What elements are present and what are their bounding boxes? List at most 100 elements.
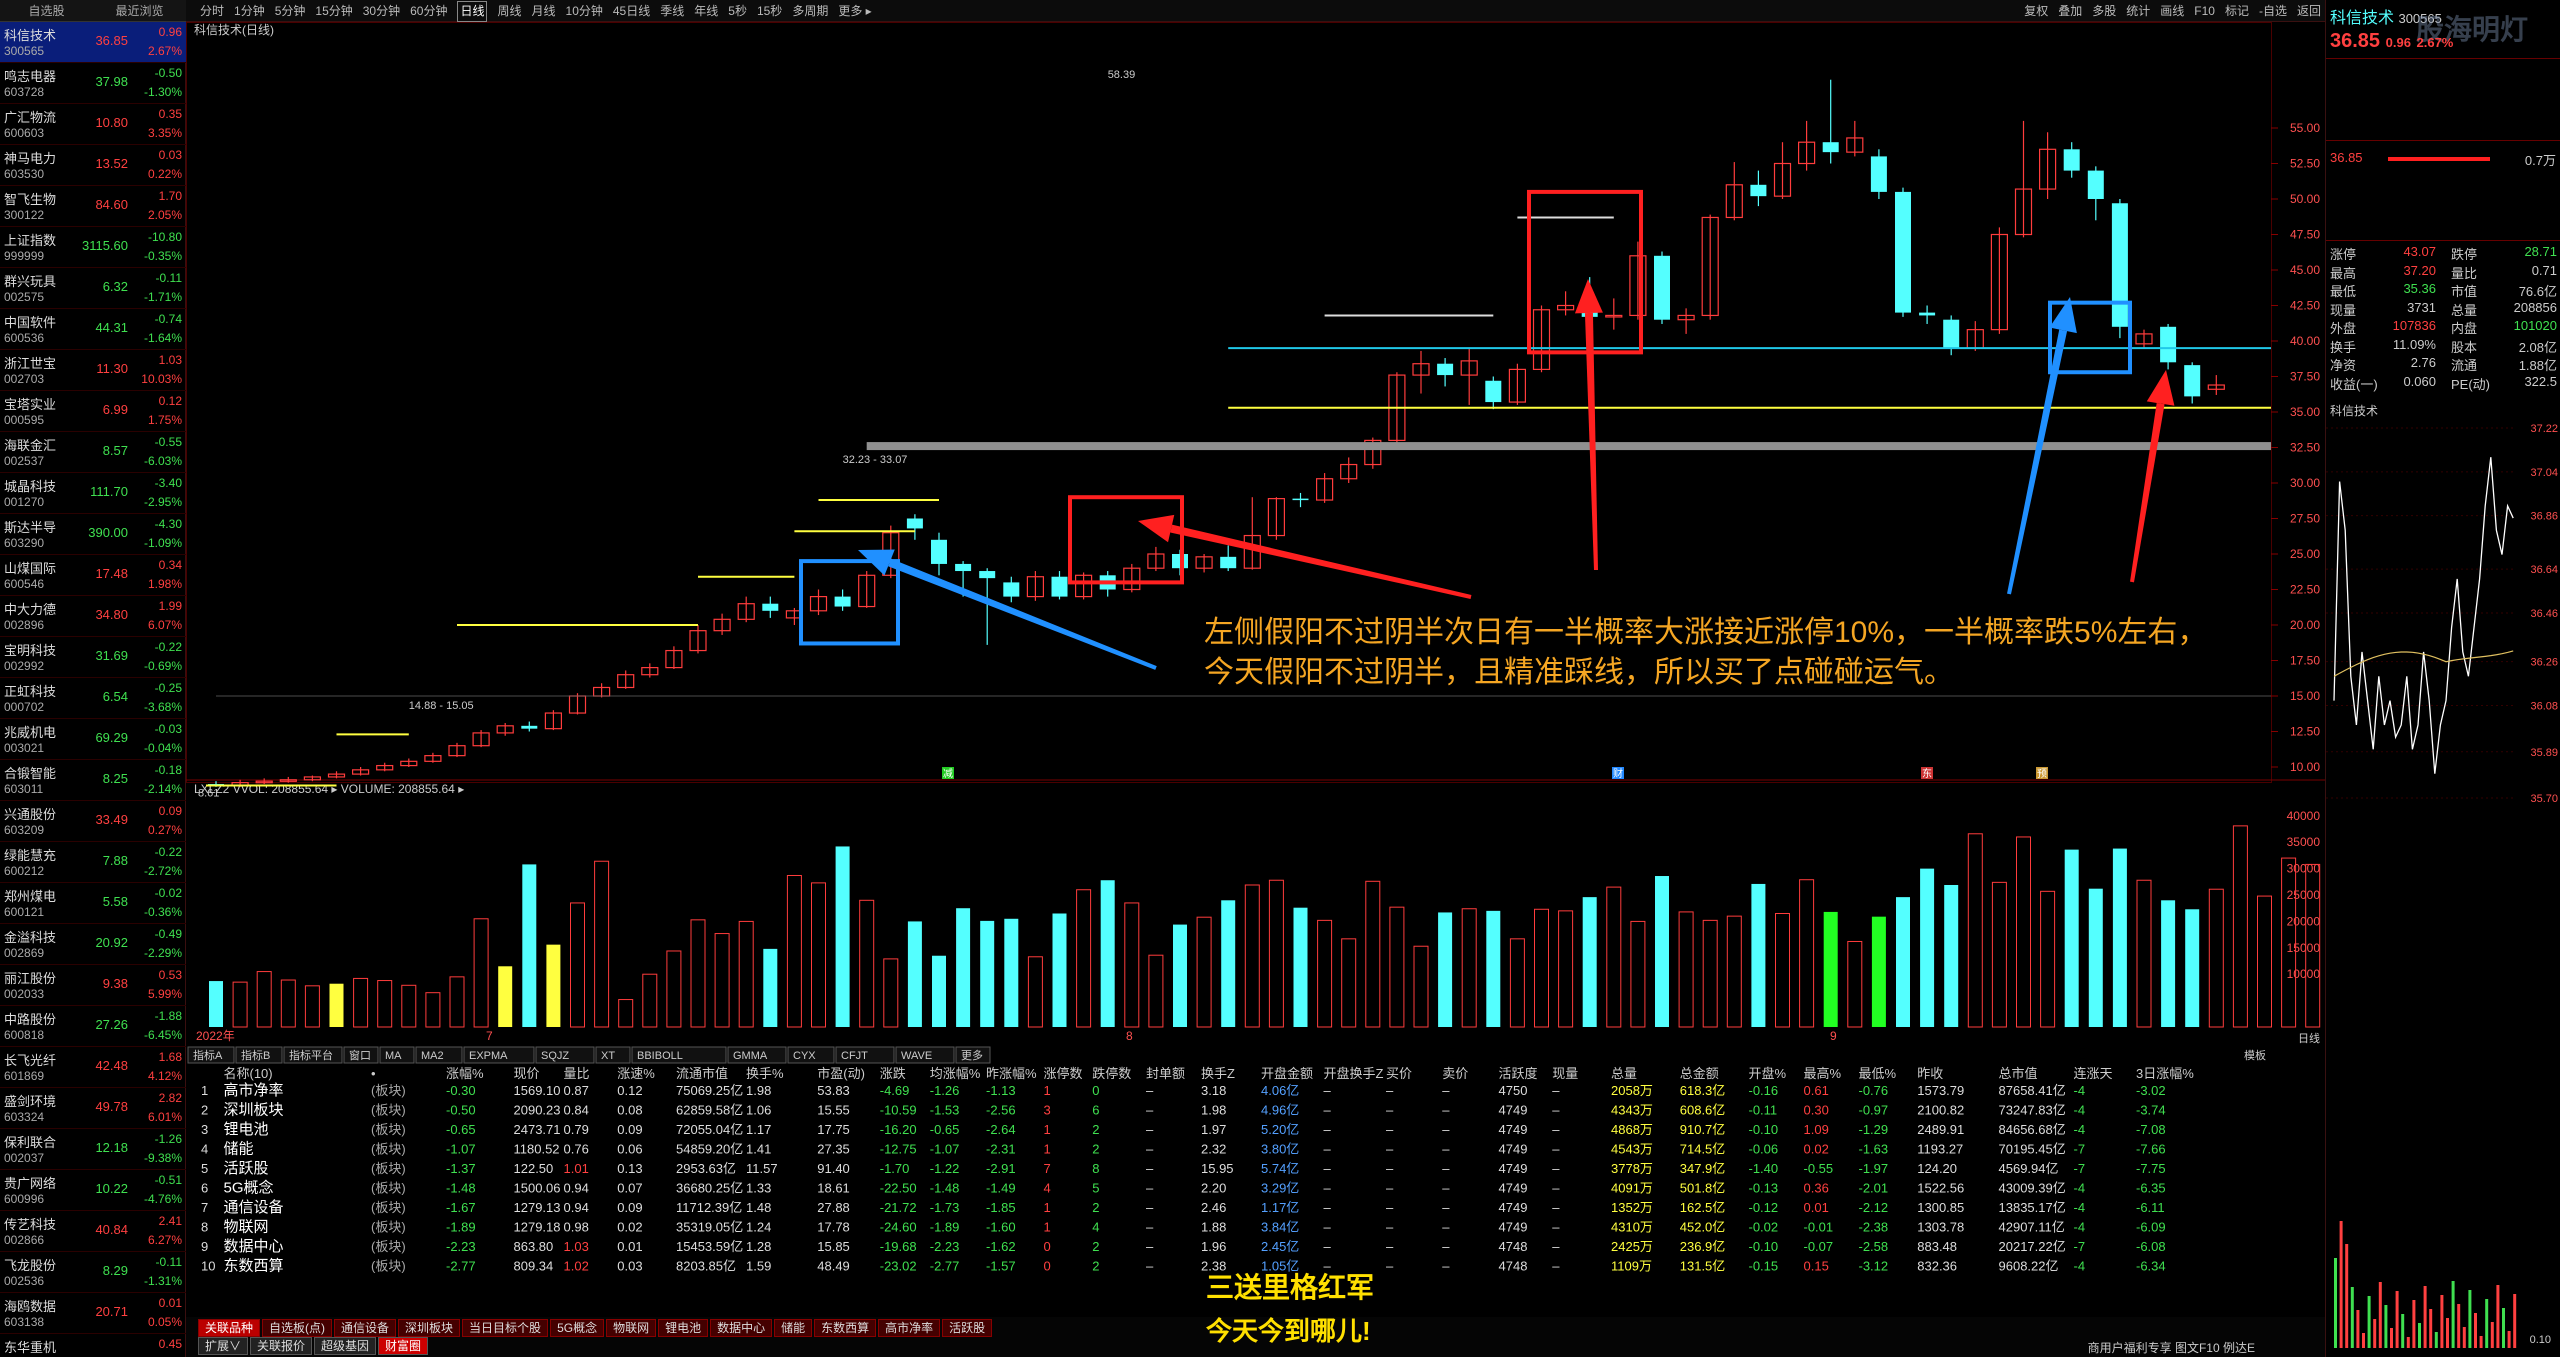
watchlist-row[interactable]: 宝塔实业 000595 6.99 0.12 1.75% — [0, 391, 186, 432]
watchlist-row[interactable]: 贵广网络 600996 10.22 -0.51 -4.76% — [0, 1170, 186, 1211]
watchlist-row[interactable]: 海联金汇 002537 8.57 -0.55 -6.03% — [0, 432, 186, 473]
watchlist-tab-1[interactable]: 最近浏览 — [93, 0, 186, 21]
watchlist-row[interactable]: 科信技术 300565 36.85 0.96 2.67% — [0, 22, 186, 63]
tab-related[interactable]: 数据中心 — [710, 1319, 773, 1337]
tool-button[interactable]: 叠加 — [2058, 0, 2082, 22]
stock-code: 600546 — [4, 577, 45, 591]
watchlist-row[interactable]: 绿能慧充 600212 7.88 -0.22 -2.72% — [0, 842, 186, 883]
watchlist-row[interactable]: 智飞生物 300122 84.60 1.70 2.05% — [0, 186, 186, 227]
watchlist-row[interactable]: 中大力德 002896 34.80 1.99 6.07% — [0, 596, 186, 637]
watchlist-row[interactable]: 宝明科技 002992 31.69 -0.22 -0.69% — [0, 637, 186, 678]
watchlist-row[interactable]: 上证指数 999999 3115.60 -10.80 -0.35% — [0, 227, 186, 268]
watchlist-row[interactable]: 山煤国际 600546 17.48 0.34 1.98% — [0, 555, 186, 596]
watchlist-row[interactable]: 金溢科技 002869 20.92 -0.49 -2.29% — [0, 924, 186, 965]
tab-extension[interactable]: 超级基因 — [314, 1337, 377, 1355]
watchlist-row[interactable]: 合锻智能 603011 8.25 -0.18 -2.14% — [0, 760, 186, 801]
intraday-mini-chart[interactable]: 37.22 37.04 36.86 36.64 36.46 36.26 36.08 35.89… — [2326, 418, 2560, 1357]
mini-volume-bar — [2479, 1336, 2483, 1348]
table-cell: 0.12 — [617, 1083, 642, 1098]
period-tab[interactable]: 多周期 — [792, 0, 828, 22]
period-tab[interactable]: 日线 — [457, 1, 488, 22]
period-tab[interactable]: 45日线 — [613, 0, 650, 22]
volume-bar — [1606, 886, 1622, 1028]
watchlist-row[interactable]: 浙江世宝 002703 11.30 1.03 10.03% — [0, 350, 186, 391]
tool-button[interactable]: F10 — [2194, 0, 2215, 22]
chart-area[interactable]: 科信技术(日线) 55.00 52.50 50.00 47.50 45.00 42.50 40… — [186, 22, 2325, 1303]
stock-pct: -1.64% — [143, 331, 182, 345]
period-tab[interactable]: 月线 — [532, 0, 556, 22]
tab-extension[interactable]: 关联报价 — [250, 1337, 313, 1355]
period-tab[interactable]: 15分钟 — [315, 0, 352, 22]
watchlist-row[interactable]: 丽江股份 002033 9.38 0.53 5.99% — [0, 965, 186, 1006]
tab-related[interactable]: 储能 — [774, 1319, 813, 1337]
watchlist-row[interactable]: 保利联合 002037 12.18 -1.26 -9.38% — [0, 1129, 186, 1170]
tool-button[interactable]: -自选 — [2259, 0, 2287, 22]
tool-button[interactable]: 画线 — [2160, 0, 2184, 22]
watchlist-row[interactable]: 鸣志电器 603728 37.98 -0.50 -1.30% — [0, 63, 186, 104]
tab-extension[interactable]: 财富圈 — [378, 1337, 429, 1355]
tab-related[interactable]: 当日目标个股 — [462, 1319, 549, 1337]
volume-bar — [1896, 897, 1910, 1027]
watchlist-row[interactable]: 城晶科技 001270 111.70 -3.40 -2.95% — [0, 473, 186, 514]
period-tab[interactable]: 5分钟 — [275, 0, 306, 22]
watchlist-row[interactable]: 中路股份 600818 27.26 -1.88 -6.45% — [0, 1006, 186, 1047]
tab-related[interactable]: 5G概念 — [550, 1319, 605, 1337]
tab-related[interactable]: 高市净率 — [878, 1319, 941, 1337]
mini-volume-bar — [2485, 1299, 2489, 1348]
tab-related[interactable]: 深圳板块 — [398, 1319, 461, 1337]
tab-related[interactable]: 活跃股 — [942, 1319, 993, 1337]
tab-related[interactable]: 物联网 — [606, 1319, 657, 1337]
period-tab[interactable]: 30分钟 — [363, 0, 400, 22]
x-axis-label: 7 — [486, 1029, 493, 1043]
volume-bar — [690, 919, 706, 1028]
tool-button[interactable]: 复权 — [2024, 0, 2048, 22]
volume-bar — [449, 976, 465, 1028]
watchlist-row[interactable]: 斯达半导 603290 390.00 -4.30 -1.09% — [0, 514, 186, 555]
tool-button[interactable]: 标记 — [2225, 0, 2249, 22]
table-header: 买价 — [1386, 1066, 1412, 1081]
table-cell: – — [1386, 1239, 1394, 1254]
watchlist-row[interactable]: 中国软件 600536 44.31 -0.74 -1.64% — [0, 309, 186, 350]
watchlist-row[interactable]: 群兴玩具 002575 6.32 -0.11 -1.71% — [0, 268, 186, 309]
watchlist-row[interactable]: 神马电力 603530 13.52 0.03 0.22% — [0, 145, 186, 186]
period-tab[interactable]: 周线 — [497, 0, 521, 22]
mini-tick-label: 37.22 — [2530, 423, 2558, 435]
period-tab[interactable]: 更多 ▸ — [838, 0, 871, 22]
watchlist-row[interactable]: 兆威机电 003021 69.29 -0.03 -0.04% — [0, 719, 186, 760]
period-tab[interactable]: 60分钟 — [410, 0, 447, 22]
stock-pct: -1.31% — [143, 1274, 182, 1288]
period-tab[interactable]: 分时 — [200, 0, 224, 22]
tab-related[interactable]: 锂电池 — [658, 1319, 709, 1337]
tool-button[interactable]: 统计 — [2126, 0, 2150, 22]
watchlist-row[interactable]: 广汇物流 600603 10.80 0.35 3.35% — [0, 104, 186, 145]
watchlist-row[interactable]: 兴通股份 603209 33.49 0.09 0.27% — [0, 801, 186, 842]
period-tab[interactable]: 10分钟 — [566, 0, 603, 22]
watchlist-tab-0[interactable]: 自选股 — [0, 0, 93, 21]
watchlist-row[interactable]: 正虹科技 000702 6.54 -0.25 -3.68% — [0, 678, 186, 719]
period-tab[interactable]: 15秒 — [757, 0, 782, 22]
tab-extension[interactable]: 扩展∨ — [198, 1337, 249, 1355]
period-tab[interactable]: 1分钟 — [234, 0, 265, 22]
watchlist-row[interactable]: 飞龙股份 002536 8.29 -0.11 -1.31% — [0, 1252, 186, 1293]
tab-related[interactable]: 关联品种 — [198, 1319, 261, 1337]
volume-bar — [1173, 924, 1187, 1027]
period-tab[interactable]: 季线 — [660, 0, 684, 22]
tab-related[interactable]: 自选板(点) — [262, 1319, 333, 1337]
stock-name: 丽江股份 — [4, 971, 57, 986]
period-tab[interactable]: 年线 — [694, 0, 718, 22]
tool-button[interactable]: 多股 — [2092, 0, 2116, 22]
watchlist-row[interactable]: 郑州煤电 600121 5.58 -0.02 -0.36% — [0, 883, 186, 924]
watchlist-row[interactable]: 东华重机 0.45 — [0, 1334, 186, 1357]
watchlist-row[interactable]: 海鸥数据 603138 20.71 0.01 0.05% — [0, 1293, 186, 1334]
period-tab[interactable]: 5秒 — [728, 0, 747, 22]
kline-chart[interactable]: 科信技术(日线)55.0052.5050.0047.5045.0042.5040… — [186, 22, 2325, 1317]
table-cell: -1.40 — [1749, 1161, 1779, 1176]
tab-related[interactable]: 通信设备 — [334, 1319, 397, 1337]
tool-button[interactable]: 返回 — [2297, 0, 2321, 22]
watchlist-row[interactable]: 传艺科技 002866 40.84 2.41 6.27% — [0, 1211, 186, 1252]
volume-bar — [1509, 938, 1525, 1028]
stock-name: 宝明科技 — [4, 643, 57, 658]
tab-related[interactable]: 东数西算 — [814, 1319, 877, 1337]
watchlist-row[interactable]: 长飞光纤 601869 42.48 1.68 4.12% — [0, 1047, 186, 1088]
watchlist-row[interactable]: 盛剑环境 603324 49.78 2.82 6.01% — [0, 1088, 186, 1129]
